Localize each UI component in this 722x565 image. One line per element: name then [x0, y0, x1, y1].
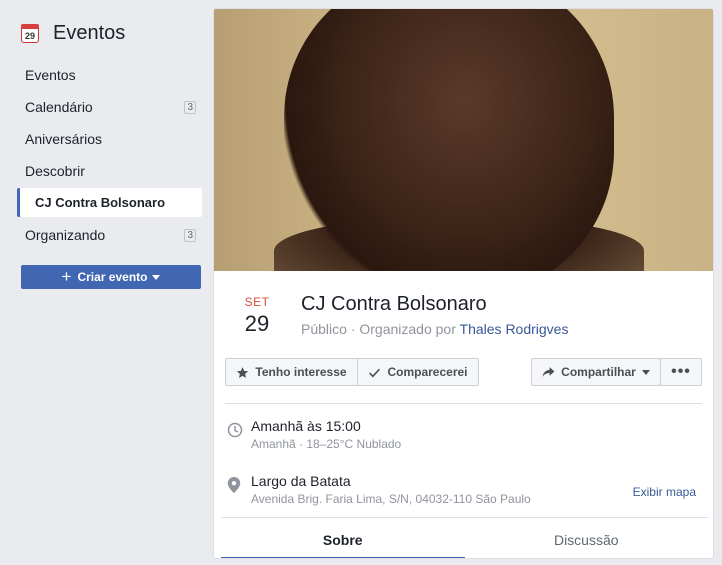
tab-sobre[interactable]: Sobre: [221, 518, 465, 558]
checkmark-icon: [369, 368, 381, 377]
event-cover-photo: [214, 9, 713, 271]
sidebar-item-label: Eventos: [25, 67, 76, 83]
show-map-link[interactable]: Exibir mapa: [633, 485, 696, 499]
more-options-button[interactable]: •••: [660, 358, 702, 386]
sidebar-nav: Eventos Calendário 3 Aniversários Descob…: [17, 59, 202, 251]
event-time: Amanhã às 15:00: [251, 418, 361, 434]
sidebar-item-label: CJ Contra Bolsonaro: [35, 195, 166, 210]
event-subtitle: Público · Organizado por Thales Rodrigve…: [301, 321, 568, 337]
sidebar-item-eventos[interactable]: Eventos: [17, 59, 202, 91]
calendar-icon-day: 29: [24, 30, 35, 41]
event-time-row: Amanhã às 15:00 Amanhã · 18–25°C Nublado: [225, 418, 702, 458]
going-label: Comparecerei: [387, 365, 468, 379]
location-pin-icon: [227, 477, 241, 493]
sidebar-item-calendario[interactable]: Calendário 3: [17, 91, 202, 123]
share-arrow-icon: [542, 367, 555, 377]
interested-label: Tenho interesse: [255, 365, 347, 379]
event-tabs: Sobre Discussão: [221, 517, 709, 558]
count-badge: 3: [184, 228, 196, 242]
interested-button[interactable]: Tenho interesse: [225, 358, 358, 386]
sidebar-item-label: Calendário: [25, 99, 93, 115]
create-event-button[interactable]: + Criar evento: [21, 265, 201, 289]
count-badge: 3: [184, 100, 196, 114]
cover-photo-face: [284, 9, 614, 271]
event-address: Avenida Brig. Faria Lima, S/N, 04032-110…: [251, 492, 531, 506]
calendar-icon: 29: [21, 23, 39, 43]
caret-down-icon: [641, 369, 650, 375]
create-event-label: Criar evento: [77, 270, 148, 284]
clock-icon: [227, 422, 243, 438]
event-location-row: Largo da Batata Avenida Brig. Faria Lima…: [225, 473, 702, 513]
event-month: SET: [244, 295, 270, 309]
sidebar-item-label: Aniversários: [25, 131, 103, 147]
event-privacy: Público: [301, 321, 347, 337]
sidebar-title: Eventos: [53, 21, 126, 44]
divider: [225, 403, 702, 404]
event-title: CJ Contra Bolsonaro: [301, 293, 487, 315]
separator-dot: ·: [350, 321, 356, 337]
event-location: Largo da Batata: [251, 473, 351, 489]
event-day: 29: [244, 311, 270, 336]
star-icon: [237, 366, 249, 378]
sidebar-item-label: Descobrir: [25, 163, 85, 179]
organized-by-text: Organizado por: [359, 321, 456, 337]
sidebar: 29 Eventos Eventos Calendário 3 Aniversá…: [0, 0, 213, 565]
organizer-link[interactable]: Thales Rodrigves: [460, 321, 569, 337]
share-button[interactable]: Compartilhar: [531, 358, 661, 386]
caret-down-icon: [152, 274, 161, 280]
sidebar-item-current-event[interactable]: CJ Contra Bolsonaro: [17, 188, 202, 217]
event-date-box: SET 29: [238, 295, 276, 337]
sidebar-header: 29 Eventos: [21, 20, 125, 46]
sidebar-item-aniversarios[interactable]: Aniversários: [17, 123, 202, 155]
event-card: SET 29 CJ Contra Bolsonaro Público · Org…: [213, 8, 714, 559]
event-weather: Amanhã · 18–25°C Nublado: [251, 437, 402, 451]
going-button[interactable]: Comparecerei: [357, 358, 479, 386]
plus-icon: +: [61, 267, 72, 286]
sidebar-item-descobrir[interactable]: Descobrir: [17, 155, 202, 187]
share-label: Compartilhar: [561, 365, 636, 379]
tab-discussao[interactable]: Discussão: [465, 518, 709, 558]
sidebar-item-label: Organizando: [25, 227, 106, 243]
sidebar-item-organizando[interactable]: Organizando 3: [17, 219, 202, 251]
